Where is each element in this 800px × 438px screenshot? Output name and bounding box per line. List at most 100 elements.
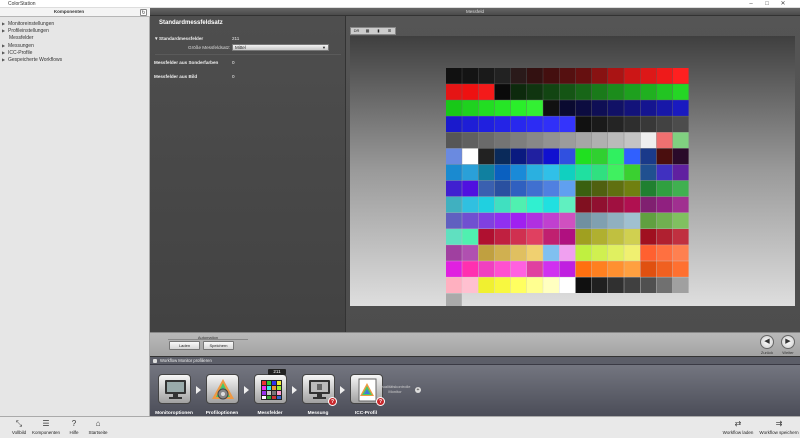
color-patch[interactable]	[559, 212, 576, 229]
color-patch[interactable]	[559, 196, 576, 213]
color-patch[interactable]	[672, 180, 689, 197]
color-patch[interactable]	[543, 100, 559, 116]
standard-expander-icon[interactable]: ▼	[154, 36, 159, 41]
color-patch[interactable]	[510, 196, 527, 213]
color-patch[interactable]	[462, 261, 478, 277]
add-step-icon[interactable]: +	[415, 387, 421, 393]
color-patch[interactable]	[575, 132, 592, 149]
color-patch[interactable]	[591, 277, 608, 293]
color-patch[interactable]	[478, 212, 495, 229]
color-patch[interactable]	[656, 245, 673, 261]
color-patch[interactable]	[575, 116, 592, 132]
color-patch[interactable]	[494, 277, 511, 293]
color-patch[interactable]	[575, 100, 592, 116]
color-patch[interactable]	[624, 148, 640, 165]
color-patch[interactable]	[575, 164, 592, 181]
color-patch[interactable]	[559, 84, 576, 100]
color-patch[interactable]	[494, 148, 511, 165]
color-patch[interactable]	[478, 68, 495, 84]
color-patch[interactable]	[624, 196, 640, 213]
color-patch[interactable]	[591, 212, 608, 229]
step-profile-options[interactable]	[206, 374, 239, 404]
color-patch[interactable]	[462, 164, 478, 181]
color-patch[interactable]	[527, 148, 543, 165]
color-patch[interactable]	[608, 116, 624, 132]
color-patch[interactable]	[510, 229, 527, 245]
sidebar-item[interactable]: ▶ Profileinstellungen	[2, 27, 147, 34]
color-patch[interactable]	[608, 84, 624, 100]
color-patch[interactable]	[575, 212, 592, 229]
color-patch[interactable]	[446, 229, 462, 245]
color-patch[interactable]	[656, 229, 673, 245]
color-patch[interactable]	[478, 164, 495, 181]
color-patch[interactable]	[640, 132, 657, 149]
color-patch[interactable]	[608, 68, 624, 84]
color-patch[interactable]	[527, 132, 543, 149]
color-patch[interactable]	[656, 100, 673, 116]
color-patch[interactable]	[656, 277, 673, 293]
color-patch[interactable]	[510, 148, 527, 165]
color-patch[interactable]	[656, 196, 673, 213]
color-patch[interactable]	[527, 84, 543, 100]
color-patch[interactable]	[656, 116, 673, 132]
color-patch[interactable]	[446, 164, 462, 181]
color-patch[interactable]	[543, 132, 559, 149]
color-patch[interactable]	[527, 68, 543, 84]
color-patch[interactable]	[543, 164, 559, 181]
color-patch[interactable]	[624, 212, 640, 229]
sidebar-item[interactable]: Messfelder	[2, 35, 147, 42]
color-patch[interactable]	[494, 132, 511, 149]
color-patch[interactable]	[527, 180, 543, 197]
color-patch[interactable]	[640, 277, 657, 293]
view-zoom-icon[interactable]: ⊞	[385, 28, 394, 34]
color-patch[interactable]	[446, 68, 462, 84]
step-monitor-options[interactable]	[158, 374, 191, 404]
color-patch[interactable]	[672, 229, 689, 245]
color-patch[interactable]	[640, 245, 657, 261]
color-patch[interactable]	[510, 68, 527, 84]
color-patch[interactable]	[494, 180, 511, 197]
color-patch[interactable]	[543, 277, 559, 293]
color-patch[interactable]	[494, 84, 511, 100]
color-patch[interactable]	[672, 132, 689, 149]
color-patch[interactable]	[656, 180, 673, 197]
color-patch[interactable]	[624, 84, 640, 100]
color-patch[interactable]	[559, 148, 576, 165]
color-patch[interactable]	[494, 196, 511, 213]
color-patch[interactable]	[591, 132, 608, 149]
color-patch[interactable]	[672, 196, 689, 213]
color-patch[interactable]	[462, 68, 478, 84]
color-patch[interactable]	[510, 212, 527, 229]
color-patch[interactable]	[527, 229, 543, 245]
color-patch[interactable]	[640, 164, 657, 181]
color-patch[interactable]	[608, 196, 624, 213]
maximize-icon[interactable]: □	[760, 0, 774, 8]
color-patch[interactable]	[672, 261, 689, 277]
color-patch[interactable]	[672, 116, 689, 132]
color-patch[interactable]	[656, 84, 673, 100]
color-patch[interactable]	[478, 261, 495, 277]
color-patch[interactable]	[559, 180, 576, 197]
color-patch[interactable]	[462, 196, 478, 213]
color-patch[interactable]	[478, 132, 495, 149]
color-patch[interactable]	[462, 132, 478, 149]
color-patch[interactable]	[510, 245, 527, 261]
view-grid-icon[interactable]: ▦	[363, 28, 372, 34]
color-patch[interactable]	[527, 100, 543, 116]
color-patch[interactable]	[478, 116, 495, 132]
color-patch[interactable]	[672, 84, 689, 100]
color-patch[interactable]	[591, 148, 608, 165]
color-patch[interactable]	[640, 180, 657, 197]
color-patch[interactable]	[591, 245, 608, 261]
color-patch[interactable]	[462, 100, 478, 116]
back-button[interactable]: ◀	[760, 335, 774, 349]
color-patch[interactable]	[575, 84, 592, 100]
color-patch[interactable]	[575, 245, 592, 261]
color-patch[interactable]	[446, 116, 462, 132]
color-patch[interactable]	[640, 84, 657, 100]
color-patch[interactable]	[494, 229, 511, 245]
color-patch[interactable]	[543, 229, 559, 245]
color-patch[interactable]	[462, 277, 478, 293]
color-patch[interactable]	[527, 164, 543, 181]
color-patch[interactable]	[559, 277, 576, 293]
